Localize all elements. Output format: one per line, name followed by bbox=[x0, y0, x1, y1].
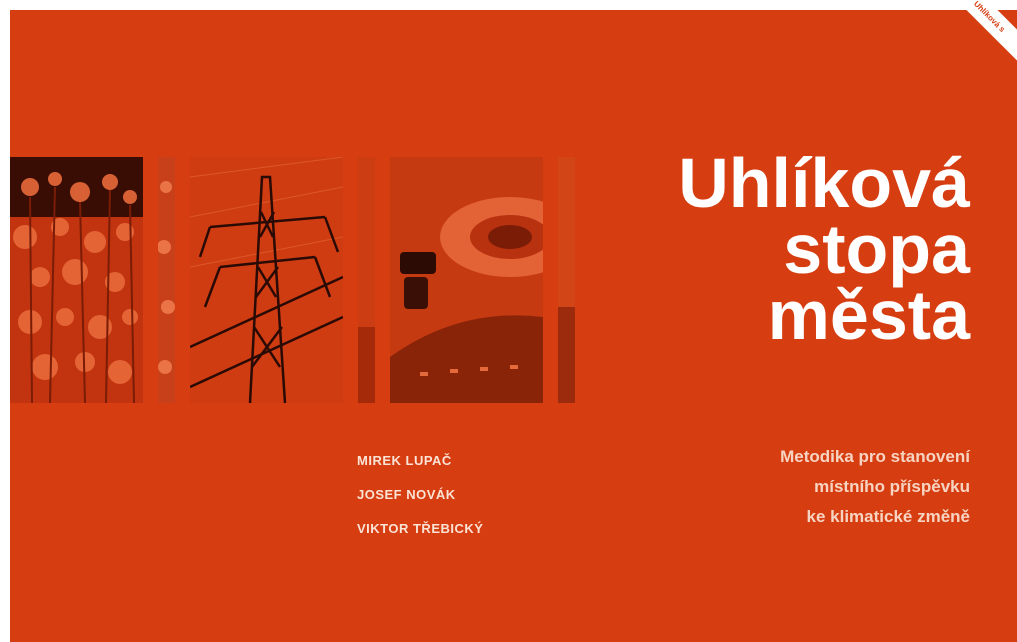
cover-title: Uhlíková stopa města bbox=[678, 144, 970, 354]
road-roundabout-photo bbox=[558, 157, 575, 403]
poppy-field-photo bbox=[10, 157, 143, 403]
power-pylon-photo bbox=[190, 157, 343, 403]
title-line: města bbox=[767, 276, 970, 354]
road-roundabout-photo bbox=[390, 157, 543, 403]
subtitle-line: místního příspěvku bbox=[814, 477, 970, 496]
subtitle-line: ke klimatické změně bbox=[806, 507, 970, 526]
cover-subtitle: Metodika pro stanovení místního příspěvk… bbox=[780, 442, 970, 532]
author-name: VIKTOR TŘEBICKÝ bbox=[357, 521, 484, 536]
title-line: Uhlíková bbox=[678, 144, 970, 222]
photo-strips bbox=[10, 157, 580, 403]
author-name: MIREK LUPAČ bbox=[357, 453, 452, 468]
author-list: MIREK LUPAČ JOSEF NOVÁK VIKTOR TŘEBICKÝ bbox=[357, 444, 483, 546]
poppy-field-photo bbox=[158, 157, 175, 403]
author-name: JOSEF NOVÁK bbox=[357, 487, 456, 502]
subtitle-line: Metodika pro stanovení bbox=[780, 447, 970, 466]
road-roundabout-photo bbox=[358, 157, 375, 403]
book-cover: Uhlíková stopa města Metodika pro stanov… bbox=[10, 10, 1017, 642]
title-line: stopa bbox=[783, 210, 970, 288]
